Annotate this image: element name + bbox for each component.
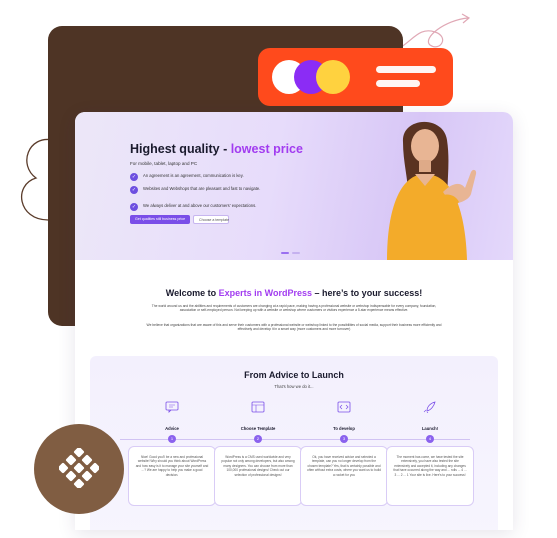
step-choose-template: Choose Template: [218, 400, 298, 431]
woman-photo: [387, 121, 477, 260]
step-card: Nice! Good you'll be a new and professio…: [128, 446, 216, 506]
code-icon: [337, 401, 351, 413]
step-title: To develop: [333, 426, 355, 431]
step-number: 4: [426, 435, 434, 443]
pill-line: [376, 80, 420, 87]
welcome-title-before: Welcome to: [165, 288, 219, 298]
welcome-paragraph: The world around us and the abilities an…: [151, 304, 437, 313]
step-title: Choose Template: [240, 426, 276, 431]
step-card: The moment has come, we have tested the …: [386, 446, 474, 506]
launch-subtitle: That's how we do it...: [274, 384, 314, 389]
step-card: Ok, you have received advice and selecte…: [300, 446, 388, 506]
feature-item: ✓ An agreement is an agreement, communic…: [130, 173, 270, 181]
grid-icon: [59, 448, 99, 488]
template-icon: [251, 401, 265, 413]
slider-dot[interactable]: [292, 252, 300, 254]
pill-line: [376, 66, 436, 73]
launch-title: From Advice to Launch: [244, 370, 344, 380]
step-number: 2: [254, 435, 262, 443]
website-mockup: Highest quality - lowest price For mobil…: [75, 112, 513, 530]
handshake-icon: ✓: [130, 173, 138, 181]
shield-check-icon: ✓: [130, 203, 138, 211]
step-title: Launch!: [421, 426, 439, 431]
yellow-circle-icon: [316, 60, 350, 94]
globe-icon: ✓: [130, 186, 138, 194]
window-controls-pill: [258, 48, 453, 106]
hero-title-accent: lowest price: [230, 142, 303, 156]
step-launch: Launch!: [390, 400, 470, 431]
feature-item: ✓ Websites and Webshops that are pleasan…: [130, 186, 270, 194]
step-number: 1: [168, 435, 176, 443]
feature-item: ✓ We always deliver at and above our cus…: [130, 203, 270, 211]
welcome-title: Welcome to Experts in WordPress – here’s…: [75, 288, 513, 298]
welcome-title-accent: Experts in WordPress: [218, 288, 312, 298]
step-number: 3: [340, 435, 348, 443]
step-advice: Advice: [132, 400, 212, 431]
step-develop: To develop: [304, 400, 384, 431]
hero-title: Highest quality - lowest price: [130, 142, 303, 156]
welcome-paragraph: We believe that organizations that are a…: [146, 323, 442, 332]
feature-text: An agreement is an agreement, communicat…: [143, 173, 244, 178]
advice-to-launch-section: From Advice to Launch That's how we do i…: [90, 356, 498, 530]
feature-text: Websites and Webshops that are pleasant …: [143, 186, 261, 191]
advice-icon: [165, 401, 179, 413]
step-title: Advice: [165, 426, 179, 431]
rocket-icon: [423, 401, 436, 414]
grid-logo-badge: [34, 424, 124, 514]
welcome-title-after: – here’s to your success!: [312, 288, 423, 298]
step-card: WordPress is a CMS used worldwide and ve…: [214, 446, 302, 506]
primary-cta-button[interactable]: Get qualities still business price: [130, 215, 190, 224]
slider-dot[interactable]: [281, 252, 289, 254]
hero-section: Highest quality - lowest price For mobil…: [75, 112, 513, 260]
feature-text: We always deliver at and above our custo…: [143, 203, 257, 208]
hero-title-main: Highest quality -: [130, 142, 231, 156]
hero-subtitle: For mobile, tablet, laptop and PC: [130, 161, 198, 166]
choose-template-button[interactable]: Choose a template: [193, 215, 229, 224]
slider-pagination[interactable]: [281, 252, 300, 254]
